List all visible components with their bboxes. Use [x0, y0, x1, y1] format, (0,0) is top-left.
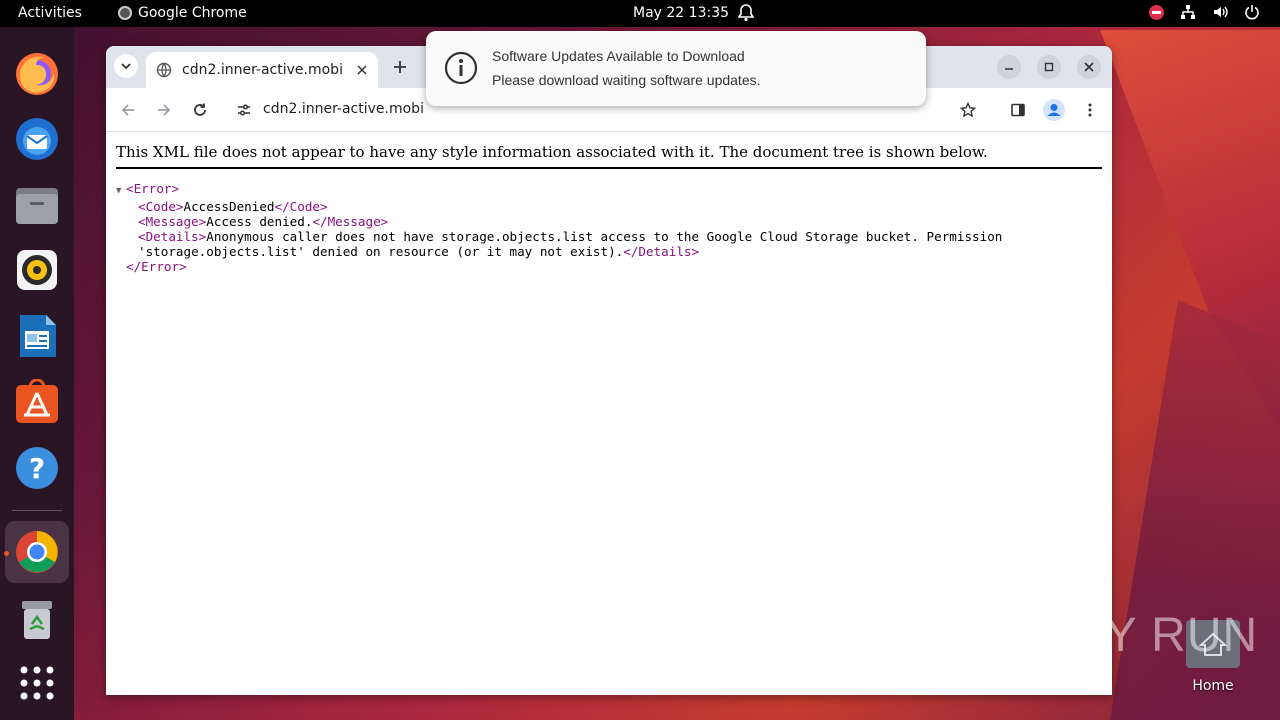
page-content: This XML file does not appear to have an… [106, 133, 1112, 695]
rhythmbox-icon[interactable] [14, 247, 60, 293]
reload-button[interactable] [188, 98, 212, 122]
close-icon [1084, 62, 1094, 72]
arrow-left-icon [121, 104, 134, 116]
chevron-down-icon [121, 63, 131, 70]
tab-search-button[interactable] [114, 54, 138, 78]
xml-tree: ▼ <Error> <Code>AccessDenied</Code> <Mess… [116, 181, 1002, 274]
xml-code-line: <Code>AccessDenied</Code> [138, 199, 328, 214]
side-panel-button[interactable] [1006, 98, 1030, 122]
tab-active[interactable]: cdn2.inner-active.mobi [146, 52, 378, 88]
activities-button[interactable]: Activities [18, 5, 82, 21]
xml-error-open-line[interactable]: ▼ <Error> [116, 181, 1002, 199]
app-center-icon[interactable] [14, 378, 60, 425]
files-icon[interactable] [14, 182, 60, 228]
clock[interactable]: May 22 13:35 [633, 5, 729, 21]
dock: ? [0, 27, 74, 720]
arrow-right-icon [158, 104, 171, 116]
svg-text:?: ? [29, 452, 45, 485]
thunderbird-icon[interactable] [14, 116, 60, 162]
network-icon [1181, 5, 1195, 19]
chrome-icon[interactable] [14, 529, 60, 575]
chrome-small-icon [118, 6, 132, 20]
help-icon[interactable]: ? [14, 445, 60, 491]
trash-icon[interactable] [14, 597, 60, 643]
app-indicator[interactable]: Google Chrome [118, 5, 247, 21]
forward-button[interactable] [152, 98, 176, 122]
xml-details-line-2: 'storage.objects.list' denied on resourc… [138, 244, 700, 259]
bookmark-button[interactable] [956, 98, 980, 122]
home-folder-label: Home [1192, 678, 1234, 694]
minimize-icon [1005, 68, 1013, 70]
xml-details-line: <Details>Anonymous caller does not have … [138, 229, 1003, 244]
star-icon [960, 102, 976, 118]
volume-icon [1214, 6, 1228, 18]
running-indicator [4, 551, 9, 556]
anyrun-watermark: ANY RUN [1036, 609, 1259, 662]
globe-icon [156, 62, 172, 78]
tab-title: cdn2.inner-active.mobi [182, 62, 343, 78]
do-not-disturb-icon [1149, 4, 1164, 20]
system-tray[interactable] [1149, 4, 1260, 20]
notification-body: Please download waiting software updates… [492, 72, 761, 88]
notification-popup[interactable]: Software Updates Available to Download P… [426, 31, 926, 106]
notification-bell-icon[interactable] [737, 4, 755, 22]
close-tab-button[interactable] [352, 60, 372, 80]
top-bar: Activities Google Chrome May 22 13:35 [0, 0, 1280, 27]
xml-message-line: <Message>Access denied.</Message> [138, 214, 389, 229]
kebab-menu-icon [1088, 103, 1092, 117]
info-icon [444, 51, 478, 89]
browser-window: cdn2.inner-active.mobi cdn2.inner-active… [106, 46, 1112, 695]
close-icon [357, 65, 367, 75]
minimize-button[interactable] [997, 55, 1021, 79]
new-tab-button[interactable] [388, 55, 412, 79]
plus-icon [394, 61, 406, 73]
app-name: Google Chrome [138, 5, 247, 21]
close-window-button[interactable] [1077, 55, 1101, 79]
maximize-icon [1044, 62, 1054, 72]
avatar-icon [1043, 99, 1065, 121]
show-apps-icon[interactable] [14, 660, 60, 706]
notification-title: Software Updates Available to Download [492, 48, 745, 64]
site-info-icon[interactable] [236, 102, 252, 122]
back-button[interactable] [116, 98, 140, 122]
menu-button[interactable] [1078, 98, 1102, 122]
collapse-triangle-icon[interactable]: ▼ [116, 184, 126, 199]
libreoffice-writer-icon[interactable] [14, 313, 60, 359]
xml-style-notice: This XML file does not appear to have an… [116, 143, 1102, 169]
xml-error-close-line: </Error> [126, 259, 187, 274]
url-text: cdn2.inner-active.mobi [263, 101, 424, 117]
profile-button[interactable] [1042, 98, 1066, 122]
reload-icon [194, 103, 206, 116]
dock-separator [12, 510, 62, 511]
firefox-icon[interactable] [14, 51, 60, 97]
power-icon [1245, 5, 1259, 20]
maximize-button[interactable] [1037, 55, 1061, 79]
side-panel-icon [1011, 103, 1025, 117]
